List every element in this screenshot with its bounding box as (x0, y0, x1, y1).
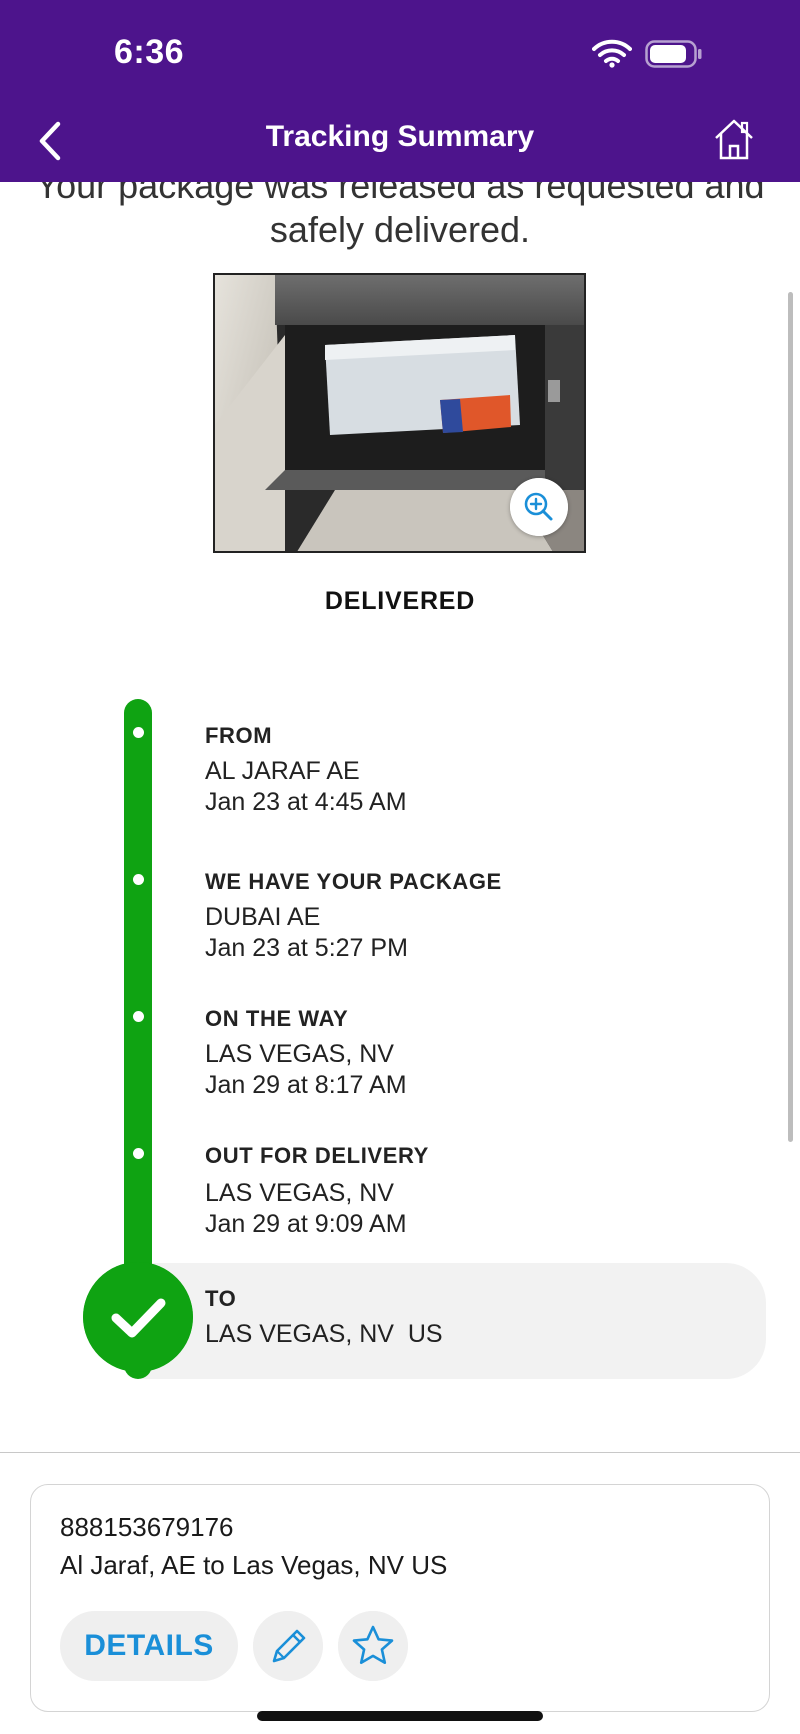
event-location: LAS VEGAS, NV (205, 1040, 394, 1068)
timeline-dot (133, 874, 144, 885)
home-button[interactable] (712, 116, 756, 162)
event-location: LAS VEGAS, NV US (205, 1320, 443, 1348)
event-time: Jan 23 at 5:27 PM (205, 934, 408, 962)
details-button[interactable]: DETAILS (60, 1611, 238, 1681)
timeline-dot (133, 1011, 144, 1022)
page-title: Tracking Summary (265, 120, 535, 153)
home-indicator (257, 1711, 543, 1721)
event-title: ON THE WAY (205, 1006, 349, 1031)
event-time: Jan 29 at 8:17 AM (205, 1071, 407, 1099)
divider (0, 1452, 800, 1453)
timeline-event-from: FROM AL JARAF AE Jan 23 at 4:45 AM (205, 722, 407, 818)
event-title: WE HAVE YOUR PACKAGE (205, 869, 502, 894)
favorite-button[interactable] (338, 1611, 408, 1681)
timeline-dot (133, 727, 144, 738)
nav-header: 6:36 Tracking Summary (0, 0, 800, 182)
timeline-event-to: TO LAS VEGAS, NV US (205, 1285, 443, 1350)
timeline-event-on-the-way: ON THE WAY LAS VEGAS, NV Jan 29 at 8:17 … (205, 1005, 407, 1101)
tracking-number: 888153679176 (60, 1512, 234, 1542)
scrollbar[interactable] (788, 292, 793, 1142)
event-time: Jan 29 at 9:09 AM (205, 1210, 407, 1238)
timeline-event-out-for-delivery: OUT FOR DELIVERY LAS VEGAS, NV Jan 29 at… (205, 1142, 429, 1240)
event-location: DUBAI AE (205, 903, 321, 931)
event-location: LAS VEGAS, NV (205, 1179, 394, 1207)
event-title: TO (205, 1286, 237, 1311)
event-title: OUT FOR DELIVERY (205, 1143, 429, 1168)
zoom-in-button[interactable] (510, 478, 568, 536)
shipment-route: Al Jaraf, AE to Las Vegas, NV US (60, 1550, 448, 1580)
wifi-icon (592, 39, 632, 68)
event-location: AL JARAF AE (205, 757, 360, 785)
delivery-status: DELIVERED (324, 587, 476, 615)
battery-icon (645, 40, 702, 68)
event-time: Jan 23 at 4:45 AM (205, 788, 407, 816)
timeline-dot (133, 1148, 144, 1159)
edit-button[interactable] (253, 1611, 323, 1681)
event-title: FROM (205, 723, 273, 748)
timeline-event-picked-up: WE HAVE YOUR PACKAGE DUBAI AE Jan 23 at … (205, 868, 502, 964)
status-time: 6:36 (114, 33, 185, 71)
check-icon (83, 1262, 193, 1372)
